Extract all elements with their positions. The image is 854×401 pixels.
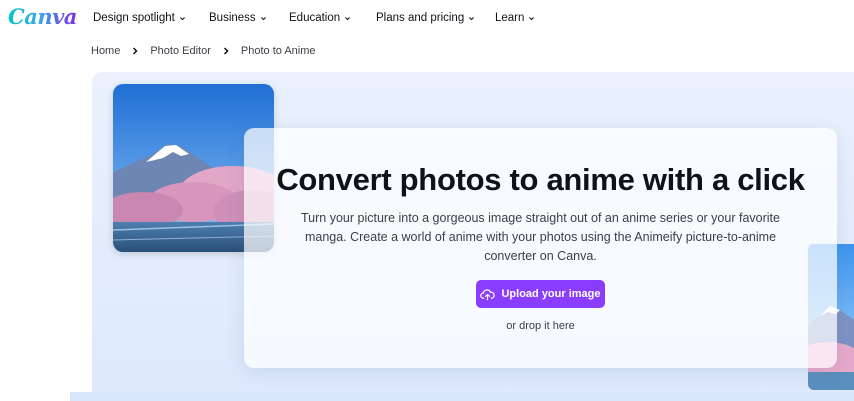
page-title: Convert photos to anime with a click bbox=[276, 162, 805, 197]
canva-logo[interactable]: Canva bbox=[8, 4, 77, 29]
upload-image-button[interactable]: Upload your image bbox=[476, 280, 605, 308]
nav-label: Education bbox=[289, 12, 341, 24]
chevron-down-icon bbox=[179, 16, 185, 20]
chevron-right-icon bbox=[223, 47, 229, 55]
hero-description: Turn your picture into a gorgeous image … bbox=[301, 211, 780, 263]
top-nav: Canva Design spotlight Business Educatio… bbox=[0, 0, 854, 38]
nav-label: Learn bbox=[495, 12, 525, 24]
nav-education[interactable]: Education bbox=[289, 12, 351, 24]
nav-business[interactable]: Business bbox=[209, 12, 267, 24]
chevron-down-icon bbox=[529, 16, 535, 20]
chevron-down-icon bbox=[260, 16, 266, 20]
breadcrumb: Home Photo Editor Photo to Anime bbox=[91, 45, 316, 57]
drop-zone-hint: or drop it here bbox=[506, 320, 575, 332]
upload-button-label: Upload your image bbox=[501, 288, 601, 300]
chevron-right-icon bbox=[133, 47, 138, 55]
nav-design-spotlight[interactable]: Design spotlight bbox=[93, 12, 186, 24]
breadcrumb-photo-editor[interactable]: Photo Editor bbox=[150, 45, 211, 57]
breadcrumb-current: Photo to Anime bbox=[240, 45, 316, 57]
nav-label: Design spotlight bbox=[93, 12, 175, 24]
nav-learn[interactable]: Learn bbox=[495, 12, 535, 24]
hero-card: Convert photos to anime with a click Tur… bbox=[244, 128, 837, 368]
chevron-down-icon bbox=[345, 16, 351, 20]
nav-plans-and-pricing[interactable]: Plans and pricing bbox=[376, 12, 475, 24]
nav-label: Plans and pricing bbox=[376, 12, 465, 24]
nav-label: Business bbox=[209, 12, 256, 24]
cloud-upload-icon bbox=[480, 288, 496, 300]
breadcrumb-home[interactable]: Home bbox=[91, 45, 120, 57]
section-divider bbox=[70, 392, 854, 401]
chevron-down-icon bbox=[469, 16, 475, 20]
